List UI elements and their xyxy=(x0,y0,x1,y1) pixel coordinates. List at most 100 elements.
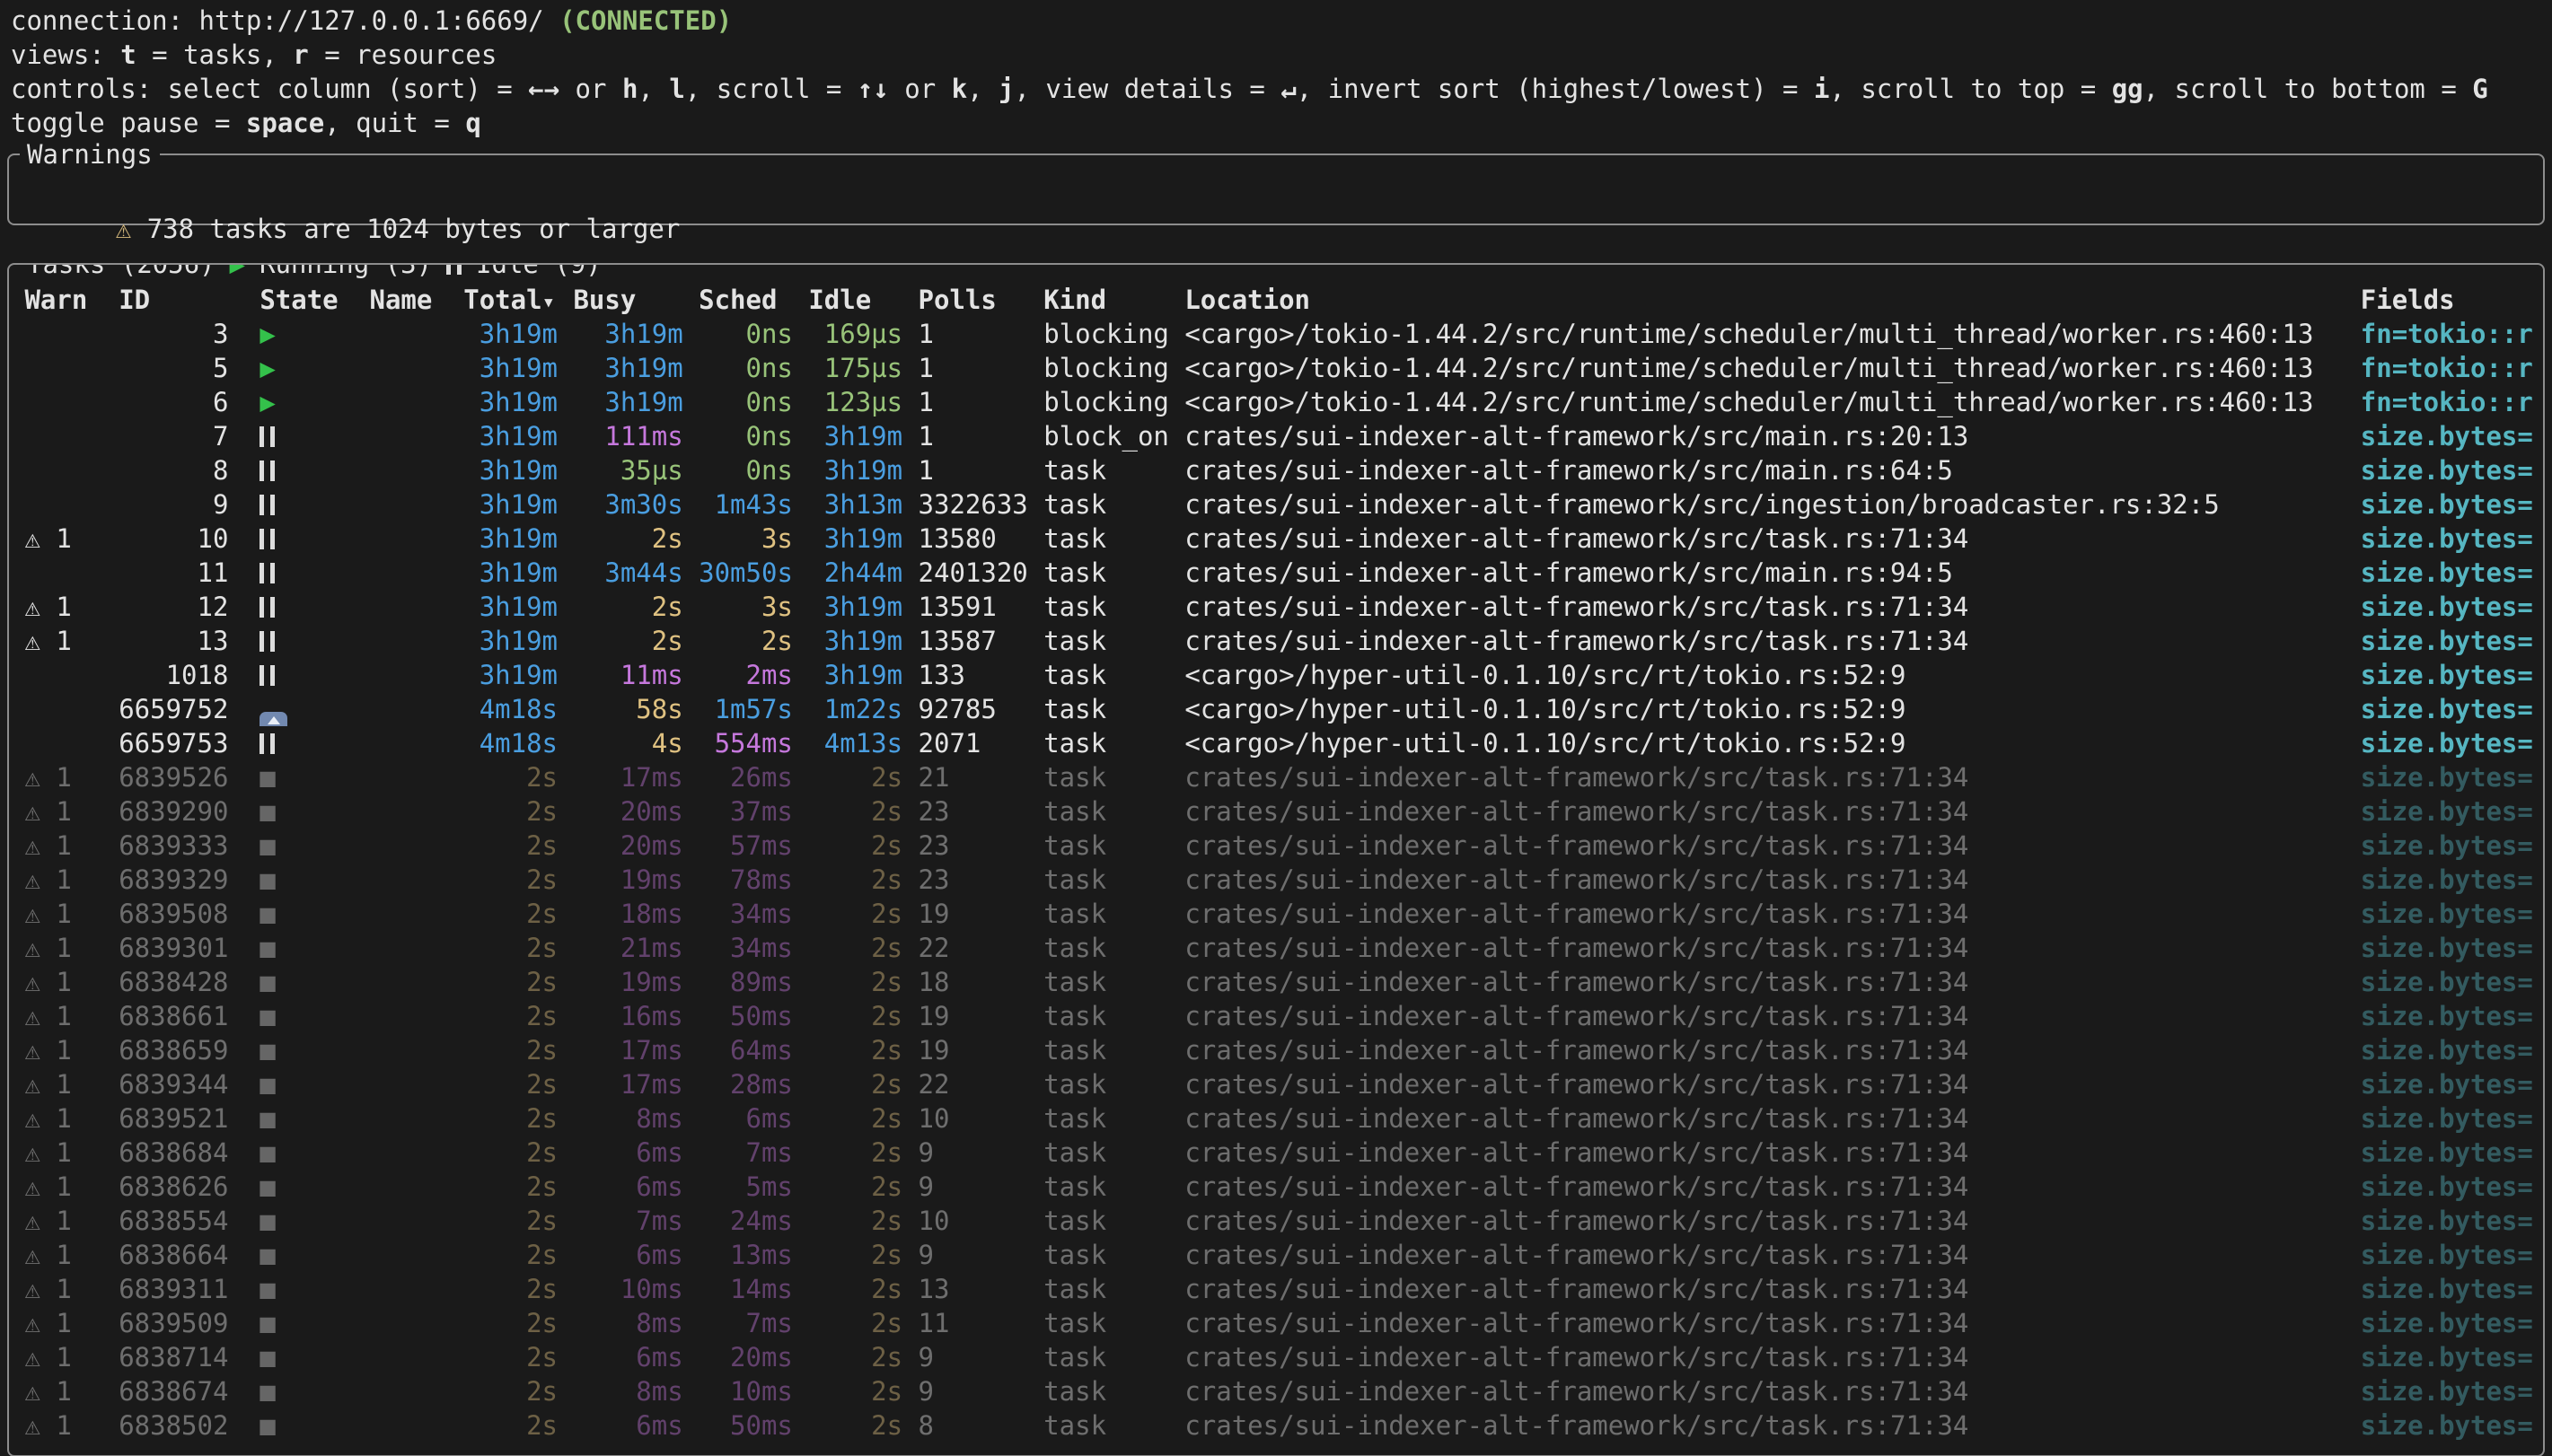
task-row[interactable]: ⚠ 1103h19m2s3s3h19m13580taskcrates/sui-i… xyxy=(9,522,2543,556)
cell-warn xyxy=(24,692,119,726)
help-text-segment: = tasks, xyxy=(136,39,294,70)
cell-total: 3h19m xyxy=(463,453,573,487)
help-text-segment: connection: http://127.0.0.1:6669/ xyxy=(11,5,559,36)
column-header-state[interactable]: State xyxy=(260,283,369,317)
task-row[interactable]: ⚠ 16838554■2s7ms24ms2s10taskcrates/sui-i… xyxy=(9,1204,2543,1238)
cell-busy: 2s xyxy=(573,590,699,624)
completed-icon: ■ xyxy=(260,1103,275,1134)
task-row[interactable]: ⚠ 16838664■2s6ms13ms2s9taskcrates/sui-in… xyxy=(9,1238,2543,1272)
column-header-total[interactable]: Total▾ xyxy=(463,283,573,317)
cell-total: 4m18s xyxy=(463,726,573,760)
cell-state xyxy=(260,453,369,487)
task-row[interactable]: 73h19m111ms0ns3h19m1block_oncrates/sui-i… xyxy=(9,419,2543,453)
task-row[interactable]: ⚠ 16838428■2s19ms89ms2s18taskcrates/sui-… xyxy=(9,965,2543,999)
warning-text: 738 tasks are 1024 bytes or larger xyxy=(147,214,681,244)
task-row[interactable]: ⚠ 16839290■2s20ms37ms2s23taskcrates/sui-… xyxy=(9,794,2543,829)
cell-total: 2s xyxy=(463,897,573,931)
task-row[interactable]: 83h19m35µs0ns3h19m1taskcrates/sui-indexe… xyxy=(9,453,2543,487)
cell-kind: task xyxy=(1043,1238,1184,1272)
task-row[interactable]: ⚠ 16839329■2s19ms78ms2s23taskcrates/sui-… xyxy=(9,863,2543,897)
idle-pause-icon xyxy=(260,665,275,686)
column-header-kind[interactable]: Kind xyxy=(1043,283,1184,317)
cell-total: 3h19m xyxy=(463,317,573,351)
cell-polls: 19 xyxy=(919,999,1044,1033)
task-row[interactable]: 3▶3h19m3h19m0ns169µs1blocking<cargo>/tok… xyxy=(9,317,2543,351)
cell-warn: ⚠ 1 xyxy=(24,1136,119,1170)
column-header-idle[interactable]: Idle xyxy=(808,283,918,317)
column-header-fields[interactable]: Fields xyxy=(2361,283,2543,317)
cell-total: 3h19m xyxy=(463,385,573,419)
help-text-segment: views: xyxy=(11,39,120,70)
cell-kind: task xyxy=(1043,487,1184,522)
warning-icon: ⚠ xyxy=(24,1376,56,1407)
column-header-name[interactable]: Name xyxy=(370,283,464,317)
column-header-busy[interactable]: Busy xyxy=(573,283,699,317)
cell-total: 3h19m xyxy=(463,556,573,590)
column-header-sched[interactable]: Sched xyxy=(699,283,808,317)
task-row[interactable]: 113h19m3m44s30m50s2h44m2401320taskcrates… xyxy=(9,556,2543,590)
cell-warn: ⚠ 1 xyxy=(24,1238,119,1272)
cell-loc: crates/sui-indexer-alt-framework/src/mai… xyxy=(1184,556,2360,590)
column-header-warn[interactable]: Warn xyxy=(24,283,119,317)
cell-idle: 3h19m xyxy=(808,453,918,487)
task-row[interactable]: 10183h19m11ms2ms3h19m133task<cargo>/hype… xyxy=(9,658,2543,692)
task-row[interactable]: ⚠ 16839333■2s20ms57ms2s23taskcrates/sui-… xyxy=(9,829,2543,863)
cell-idle: 123µs xyxy=(808,385,918,419)
task-row[interactable]: ⚠ 16838659■2s17ms64ms2s19taskcrates/sui-… xyxy=(9,1033,2543,1067)
task-row[interactable]: 5▶3h19m3h19m0ns175µs1blocking<cargo>/tok… xyxy=(9,351,2543,385)
task-row[interactable]: 66597524m18s58s1m57s1m22s92785task<cargo… xyxy=(9,692,2543,726)
task-row[interactable]: 6▶3h19m3h19m0ns123µs1blocking<cargo>/tok… xyxy=(9,385,2543,419)
cell-polls: 2071 xyxy=(919,726,1044,760)
task-row[interactable]: 66597534m18s4s554ms4m13s2071task<cargo>/… xyxy=(9,726,2543,760)
cell-idle: 169µs xyxy=(808,317,918,351)
column-header-id[interactable]: ID xyxy=(119,283,228,317)
cell-loc: <cargo>/tokio-1.44.2/src/runtime/schedul… xyxy=(1184,385,2360,419)
help-text-segment: , invert sort (highest/lowest) = xyxy=(1297,74,1814,104)
column-header-location[interactable]: Location xyxy=(1184,283,2360,317)
task-row[interactable]: ⚠ 16839526■2s17ms26ms2s21taskcrates/sui-… xyxy=(9,760,2543,794)
column-header-polls[interactable]: Polls xyxy=(919,283,1044,317)
cell-busy: 58s xyxy=(573,692,699,726)
warning-icon: ⚠ xyxy=(24,864,56,895)
task-row[interactable]: ⚠ 16839344■2s17ms28ms2s22taskcrates/sui-… xyxy=(9,1067,2543,1101)
task-row[interactable]: ⚠ 1123h19m2s3s3h19m13591taskcrates/sui-i… xyxy=(9,590,2543,624)
task-row[interactable]: ⚠ 16838714■2s6ms20ms2s9taskcrates/sui-in… xyxy=(9,1340,2543,1374)
cell-warn: ⚠ 1 xyxy=(24,1033,119,1067)
task-row[interactable]: ⚠ 16839521■2s8ms6ms2s10taskcrates/sui-in… xyxy=(9,1101,2543,1136)
task-row[interactable]: ⚠ 16839508■2s18ms34ms2s19taskcrates/sui-… xyxy=(9,897,2543,931)
cell-name xyxy=(370,931,464,965)
cell-id: 6838661 xyxy=(119,999,228,1033)
cell-busy: 3m30s xyxy=(573,487,699,522)
cell-id: 6839311 xyxy=(119,1272,228,1306)
cell-sched: 10ms xyxy=(699,1374,808,1408)
cell-total: 2s xyxy=(463,1033,573,1067)
task-row[interactable]: ⚠ 16839311■2s10ms14ms2s13taskcrates/sui-… xyxy=(9,1272,2543,1306)
cell-total: 2s xyxy=(463,1067,573,1101)
help-text-segment: ↑↓ xyxy=(858,74,889,104)
help-text-segment: r xyxy=(293,39,308,70)
task-row[interactable]: ⚠ 16838684■2s6ms7ms2s9taskcrates/sui-ind… xyxy=(9,1136,2543,1170)
cell-sched: 30m50s xyxy=(699,556,808,590)
task-row[interactable]: ⚠ 16838661■2s16ms50ms2s19taskcrates/sui-… xyxy=(9,999,2543,1033)
completed-icon: ■ xyxy=(260,1137,275,1168)
task-row[interactable]: ⚠ 16839509■2s8ms7ms2s11taskcrates/sui-in… xyxy=(9,1306,2543,1340)
task-row[interactable]: ⚠ 16839301■2s21ms34ms2s22taskcrates/sui-… xyxy=(9,931,2543,965)
idle-pause-icon xyxy=(260,426,275,447)
cell-total: 2s xyxy=(463,931,573,965)
task-row[interactable]: ⚠ 1133h19m2s2s3h19m13587taskcrates/sui-i… xyxy=(9,624,2543,658)
cell-id: 6838674 xyxy=(119,1374,228,1408)
completed-icon: ■ xyxy=(260,967,275,997)
tokio-console-screen: connection: http://127.0.0.1:6669/ (CONN… xyxy=(0,0,2552,1456)
cell-state xyxy=(260,590,369,624)
task-row[interactable]: ⚠ 16838502■2s6ms50ms2s8taskcrates/sui-in… xyxy=(9,1408,2543,1443)
cell-fields: size.bytes= xyxy=(2361,794,2543,829)
cell-loc: crates/sui-indexer-alt-framework/src/tas… xyxy=(1184,1204,2360,1238)
cell-name xyxy=(370,965,464,999)
task-row[interactable]: ⚠ 16838674■2s8ms10ms2s9taskcrates/sui-in… xyxy=(9,1374,2543,1408)
cell-loc: crates/sui-indexer-alt-framework/src/tas… xyxy=(1184,1272,2360,1306)
task-row[interactable]: 93h19m3m30s1m43s3h13m3322633taskcrates/s… xyxy=(9,487,2543,522)
cell-fields: size.bytes= xyxy=(2361,1340,2543,1374)
task-row[interactable]: ⚠ 16838626■2s6ms5ms2s9taskcrates/sui-ind… xyxy=(9,1170,2543,1204)
cell-polls: 1 xyxy=(919,453,1044,487)
cell-sched: 7ms xyxy=(699,1136,808,1170)
